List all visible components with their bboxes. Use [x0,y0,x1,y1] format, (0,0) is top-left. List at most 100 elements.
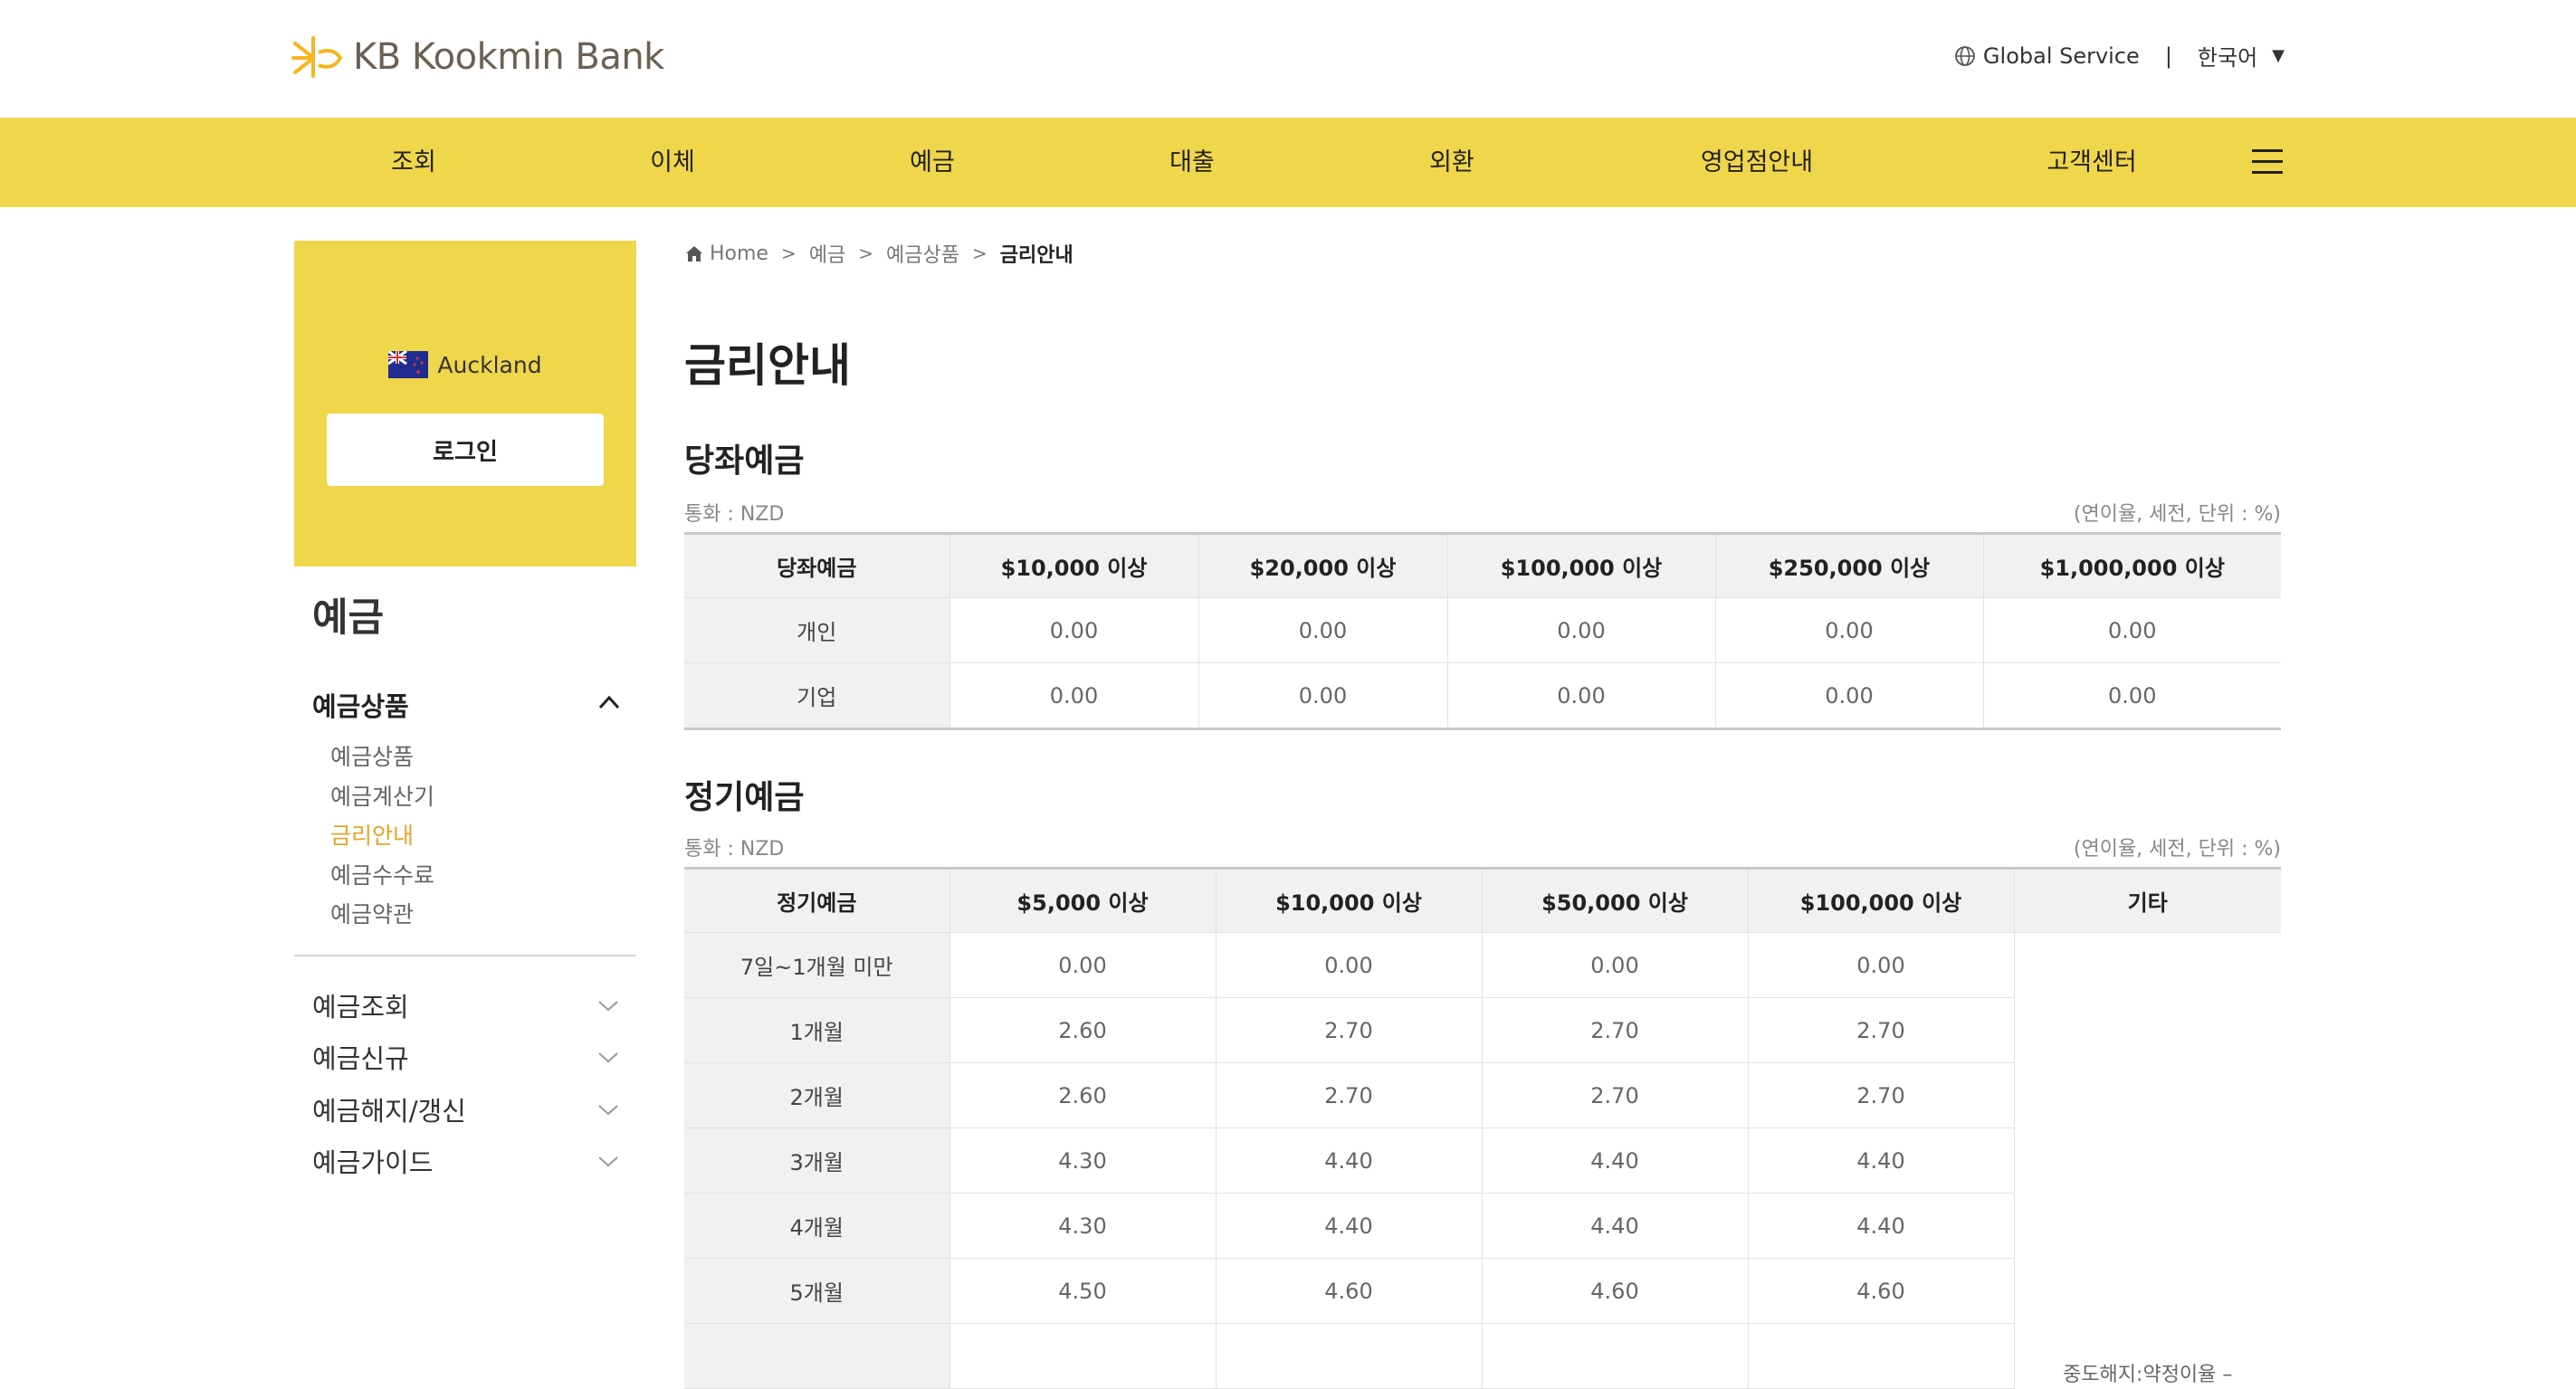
row-header: 2개월 [684,1062,949,1128]
rate-cell: 4.60 [1215,1258,1482,1324]
rate-cell: 0.00 [1982,662,2281,729]
term-meta: 통화 : NZD (연이율, 세전, 단위 : %) [684,832,2281,861]
breadcrumb-deposit[interactable]: 예금 [809,239,845,268]
utility-menu: Global Service | 한국어 ▼ [1954,40,2285,71]
rate-cell: 4.50 [949,1258,1216,1324]
row-header: 3개월 [684,1127,949,1194]
table-header-row: 정기예금 $5,000 이상 $10,000 이상 $50,000 이상 $10… [684,868,2281,933]
column-header: 당좌예금 [684,533,949,598]
rate-cell: 2.70 [1215,997,1482,1063]
rate-cell: 4.40 [1481,1127,1748,1194]
table-row: 기업 0.00 0.00 0.00 0.00 0.00 [684,662,2281,729]
kb-star-logo-icon [291,36,343,78]
chevron-up-icon[interactable] [597,693,621,711]
nav-inquiry[interactable]: 조회 [391,118,436,207]
breadcrumb-home[interactable]: Home [710,243,768,265]
column-header: $250,000 이상 [1714,533,1983,598]
checking-meta: 통화 : NZD (연이율, 세전, 단위 : %) [684,498,2281,527]
checking-section-title: 당좌예금 [684,442,805,480]
term-section-title: 정기예금 [684,779,805,816]
sidebar-group-deposit-products[interactable]: 예금상품 [312,686,620,724]
rate-cell [1215,1323,1482,1389]
nav-branch-info[interactable]: 영업점안내 [1701,118,1813,207]
home-icon[interactable] [684,243,704,263]
branch-selector[interactable]: Auckland [294,351,636,378]
rate-cell: 4.40 [1215,1127,1482,1194]
breadcrumb-deposit-products[interactable]: 예금상품 [886,239,959,268]
global-service-link[interactable]: Global Service [1983,43,2140,69]
logo-text: KB Kookmin Bank [353,36,664,78]
sidebar-menu: 예금조회 예금신규 예금해지/갱신 예금가이드 [312,979,620,1187]
divider: | [2164,43,2172,69]
rate-cell: 0.00 [949,597,1198,663]
caret-down-icon[interactable]: ▼ [2272,46,2285,65]
sidebar-item-interest-rates[interactable]: 금리안내 [330,818,434,858]
sidebar-item-deposit-fees[interactable]: 예금수수료 [330,858,434,898]
rate-cell: 0.00 [1446,597,1715,663]
sidebar-item-label: 예금해지/갱신 [312,1095,466,1127]
column-header: $100,000 이상 [1446,533,1715,598]
table-row: 개인 0.00 0.00 0.00 0.00 0.00 [684,597,2281,663]
nav-transfer[interactable]: 이체 [650,118,695,207]
branch-name: Auckland [437,351,542,378]
currency-label: 통화 : NZD [684,503,785,526]
sidebar-item-deposit-terms[interactable]: 예금약관 [330,897,434,937]
rate-cell: 0.00 [1714,597,1983,663]
other-note-cell: 중도해지:약정이율 – [2013,932,2281,1389]
sidebar-divider [294,955,636,956]
row-header: 개인 [684,597,949,663]
rate-cell: 0.00 [1197,597,1447,663]
column-header: $20,000 이상 [1197,533,1447,598]
rate-cell: 4.30 [949,1193,1216,1259]
login-button[interactable]: 로그인 [327,414,604,486]
nav-foreign-exchange[interactable]: 외환 [1429,118,1474,207]
sidebar-item-new-deposit[interactable]: 예금신규 [312,1032,620,1084]
rate-cell: 4.40 [1481,1193,1748,1259]
sidebar-item-close-renew[interactable]: 예금해지/갱신 [312,1083,620,1136]
new-zealand-flag-icon [388,351,429,378]
chevron-down-icon [598,1156,618,1167]
column-header: $10,000 이상 [1215,868,1482,933]
row-header: 4개월 [684,1193,949,1259]
column-header: $10,000 이상 [949,533,1198,598]
rate-cell: 4.60 [1747,1258,2014,1324]
sidebar-item-deposit-products[interactable]: 예금상품 [330,739,434,779]
rate-cell: 0.00 [1982,597,2281,663]
chevron-down-icon [598,1052,618,1063]
nav-loan[interactable]: 대출 [1169,118,1215,207]
rate-cell: 4.40 [1747,1193,2014,1259]
column-header: $1,000,000 이상 [1982,533,2281,598]
row-header: 1개월 [684,997,949,1063]
rate-cell: 2.70 [1481,997,1748,1063]
column-header: 기타 [2013,868,2281,933]
sidebar-item-deposit-inquiry[interactable]: 예금조회 [312,979,620,1032]
row-header: 기업 [684,662,949,729]
unit-label: (연이율, 세전, 단위 : %) [2073,838,2281,861]
table-row: 7일~1개월 미만 0.00 0.00 0.00 0.00 중도해지:약정이율 … [684,932,2281,1389]
sidebar-item-deposit-calculator[interactable]: 예금계산기 [330,779,434,819]
language-select[interactable]: 한국어 [2198,40,2257,71]
hamburger-menu-icon[interactable] [2252,149,2283,175]
breadcrumb-separator: > [858,243,873,264]
nav-deposit[interactable]: 예금 [910,118,955,207]
sidebar-item-label: 예금가이드 [312,1147,434,1179]
rate-cell [949,1323,1216,1389]
rate-cell: 2.60 [949,997,1216,1063]
main-nav: 조회 이체 예금 대출 외환 영업점안내 고객센터 [0,118,2576,207]
rate-cell: 0.00 [949,662,1198,729]
breadcrumb-separator: > [971,243,987,264]
other-note: 중도해지:약정이율 – [2063,1363,2233,1386]
rate-cell: 2.70 [1747,997,2014,1063]
sidebar-item-label: 예금신규 [312,1043,409,1075]
nav-customer-center[interactable]: 고객센터 [2046,118,2136,207]
rate-cell: 4.60 [1481,1258,1748,1324]
sidebar-item-deposit-guide[interactable]: 예금가이드 [312,1136,620,1188]
currency-label: 통화 : NZD [684,838,785,861]
checking-rate-table: 당좌예금 $10,000 이상 $20,000 이상 $100,000 이상 $… [684,532,2281,730]
kb-logo[interactable]: KB Kookmin Bank [291,34,664,80]
sidebar-title: 예금 [312,595,385,641]
row-header [684,1323,949,1389]
rate-cell: 0.00 [949,932,1216,998]
sidebar-sub-list: 예금상품 예금계산기 금리안내 예금수수료 예금약관 [330,739,434,937]
rate-cell: 0.00 [1215,932,1482,998]
